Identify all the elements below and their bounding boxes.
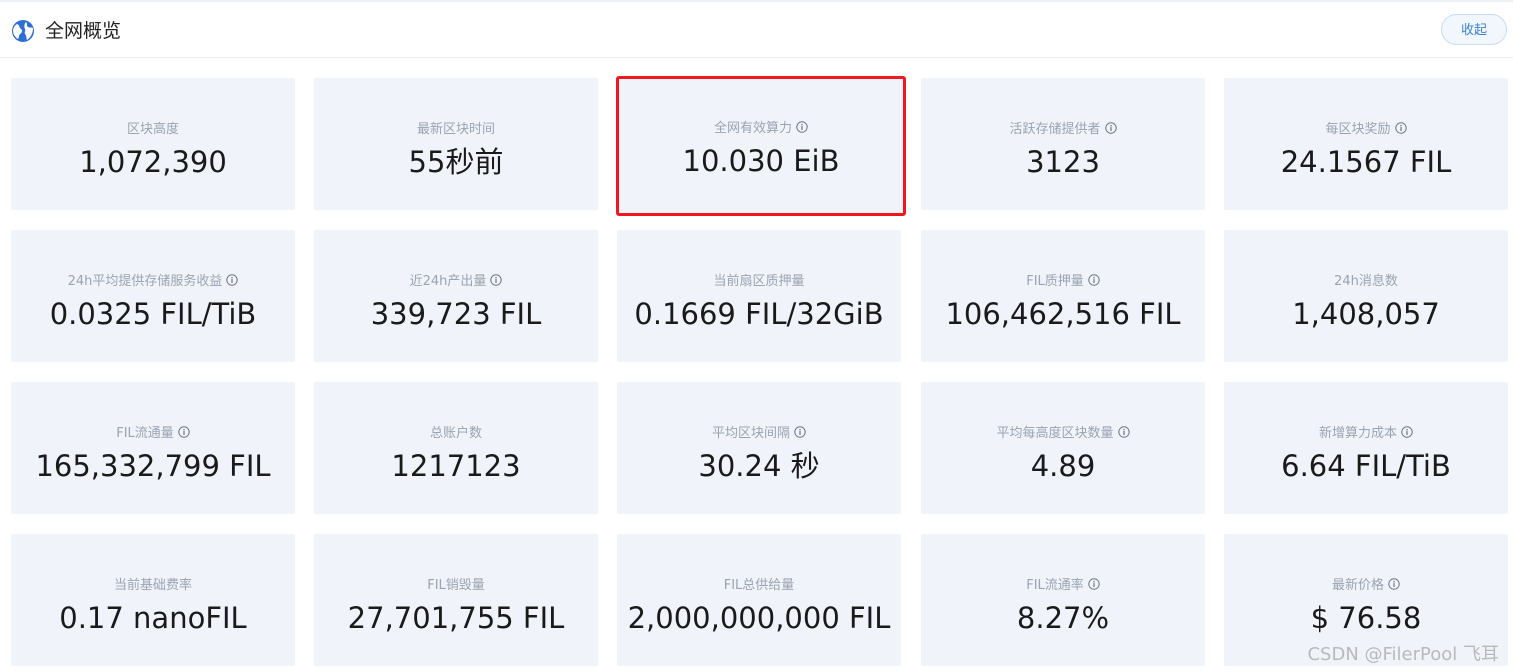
stat-label-row: 近24h产出量 <box>314 274 598 290</box>
stat-card: 全网有效算力 10.030 EiB <box>616 76 906 216</box>
stat-label: 24h平均提供存储服务收益 <box>67 274 223 289</box>
info-icon[interactable] <box>1088 274 1100 286</box>
info-icon[interactable] <box>796 121 808 133</box>
stat-label: 24h消息数 <box>1334 274 1398 289</box>
stat-label-row: FIL流通量 <box>11 426 295 442</box>
stat-card: 最新区块时间 55秒前 <box>314 78 598 210</box>
watermark: CSDN @FilerPool 飞耳 <box>1307 644 1499 665</box>
stat-label-row: 当前扇区质押量 <box>617 274 901 290</box>
stat-label-row: 总账户数 <box>314 426 598 442</box>
stat-value: 30.24 秒 <box>698 449 820 483</box>
stat-label: 新增算力成本 <box>1318 426 1397 441</box>
stat-card: 24h消息数 1,408,057 <box>1224 230 1508 362</box>
stat-label: FIL总供给量 <box>723 578 795 593</box>
stat-label-row: 当前基础费率 <box>11 578 295 594</box>
stat-value: 10.030 EiB <box>682 144 840 178</box>
stat-label-row: 区块高度 <box>11 122 295 138</box>
stat-card: FIL流通量 165,332,799 FIL <box>11 382 295 514</box>
stat-label-row: 最新区块时间 <box>314 122 598 138</box>
stat-label: 总账户数 <box>429 426 482 441</box>
stat-value: 165,332,799 FIL <box>35 449 271 483</box>
stat-card: 区块高度 1,072,390 <box>11 78 295 210</box>
stat-value: 0.17 nanoFIL <box>59 601 247 635</box>
stat-card: FIL质押量 106,462,516 FIL <box>921 230 1205 362</box>
stat-label-row: 活跃存储提供者 <box>921 122 1205 138</box>
stat-label: FIL流通率 <box>1026 578 1084 593</box>
stat-label-row: 平均区块间隔 <box>617 426 901 442</box>
stat-label: 活跃存储提供者 <box>1009 122 1101 137</box>
stat-value: 106,462,516 FIL <box>945 297 1181 331</box>
stat-label: FIL质押量 <box>1026 274 1084 289</box>
stat-card: FIL销毁量 27,701,755 FIL <box>314 534 598 666</box>
stat-label: 区块高度 <box>126 122 179 137</box>
stat-label: FIL销毁量 <box>427 578 485 593</box>
globe-icon <box>12 20 34 42</box>
stat-card: 当前扇区质押量 0.1669 FIL/32GiB <box>617 230 901 362</box>
info-icon[interactable] <box>794 426 806 438</box>
stat-value: 339,723 FIL <box>370 297 542 331</box>
stat-value: 1217123 <box>391 449 521 483</box>
stat-value: $ 76.58 <box>1310 601 1422 635</box>
stat-label-row: 24h消息数 <box>1224 274 1508 290</box>
stat-label: 最新价格 <box>1331 578 1384 593</box>
info-icon[interactable] <box>1401 426 1413 438</box>
stat-label: 平均区块间隔 <box>711 426 790 441</box>
stat-value: 6.64 FIL/TiB <box>1281 449 1451 483</box>
stat-card: 当前基础费率 0.17 nanoFIL <box>11 534 295 666</box>
stat-label-row: FIL质押量 <box>921 274 1205 290</box>
stat-value: 27,701,755 FIL <box>347 601 565 635</box>
stat-label-row: FIL流通率 <box>921 578 1205 594</box>
stat-value: 55秒前 <box>408 145 504 179</box>
stat-label-row: FIL销毁量 <box>314 578 598 594</box>
page-title: 全网概览 <box>45 20 122 42</box>
stat-card: FIL总供给量 2,000,000,000 FIL <box>617 534 901 666</box>
stat-label-row: 最新价格 <box>1224 578 1508 594</box>
stat-label-row: FIL总供给量 <box>617 578 901 594</box>
stat-value: 0.1669 FIL/32GiB <box>634 297 884 331</box>
info-icon[interactable] <box>1117 426 1130 438</box>
stat-card: 平均区块间隔 30.24 秒 <box>617 382 901 514</box>
stat-label: 平均每高度区块数量 <box>996 426 1114 441</box>
stat-label-row: 24h平均提供存储服务收益 <box>11 274 295 290</box>
stat-value: 0.0325 FIL/TiB <box>49 297 257 331</box>
stat-card: 活跃存储提供者 3123 <box>921 78 1205 210</box>
stat-label-row: 平均每高度区块数量 <box>921 426 1205 442</box>
stat-card: 24h平均提供存储服务收益 0.0325 FIL/TiB <box>11 230 295 362</box>
stat-label: FIL流通量 <box>116 426 174 441</box>
stat-label: 全网有效算力 <box>713 121 792 136</box>
stat-label-row: 每区块奖励 <box>1224 122 1508 138</box>
stat-card: 新增算力成本 6.64 FIL/TiB <box>1224 382 1508 514</box>
info-icon[interactable] <box>1388 578 1400 590</box>
stat-value: 8.27% <box>1016 601 1110 635</box>
stat-card: 总账户数 1217123 <box>314 382 598 514</box>
stat-card: FIL流通率 8.27% <box>921 534 1205 666</box>
info-icon[interactable] <box>490 274 503 286</box>
stat-value: 1,072,390 <box>79 145 227 179</box>
info-icon[interactable] <box>1104 122 1117 134</box>
stat-card: 平均每高度区块数量 4.89 <box>921 382 1205 514</box>
info-icon[interactable] <box>178 426 190 438</box>
stat-label: 近24h产出量 <box>409 274 487 289</box>
stat-label-row: 全网有效算力 <box>619 121 903 137</box>
info-icon[interactable] <box>1394 122 1407 134</box>
info-icon[interactable] <box>226 274 239 286</box>
stat-card: 近24h产出量 339,723 FIL <box>314 230 598 362</box>
info-icon[interactable] <box>1088 578 1100 590</box>
stat-label-row: 新增算力成本 <box>1224 426 1508 442</box>
stat-label: 当前基础费率 <box>113 578 192 593</box>
stat-label: 当前扇区质押量 <box>713 274 805 289</box>
stat-label: 最新区块时间 <box>416 122 495 137</box>
overview-header: 全网概览 收起 <box>0 2 1513 58</box>
stat-label: 每区块奖励 <box>1325 122 1391 137</box>
stat-value: 24.1567 FIL <box>1280 145 1452 179</box>
stat-value: 2,000,000,000 FIL <box>627 601 891 635</box>
stat-value: 1,408,057 <box>1292 297 1440 331</box>
stat-card: 每区块奖励 24.1567 FIL <box>1224 78 1508 210</box>
stat-value: 3123 <box>1026 145 1100 179</box>
stat-value: 4.89 <box>1030 449 1096 483</box>
collapse-button[interactable]: 收起 <box>1441 14 1507 45</box>
